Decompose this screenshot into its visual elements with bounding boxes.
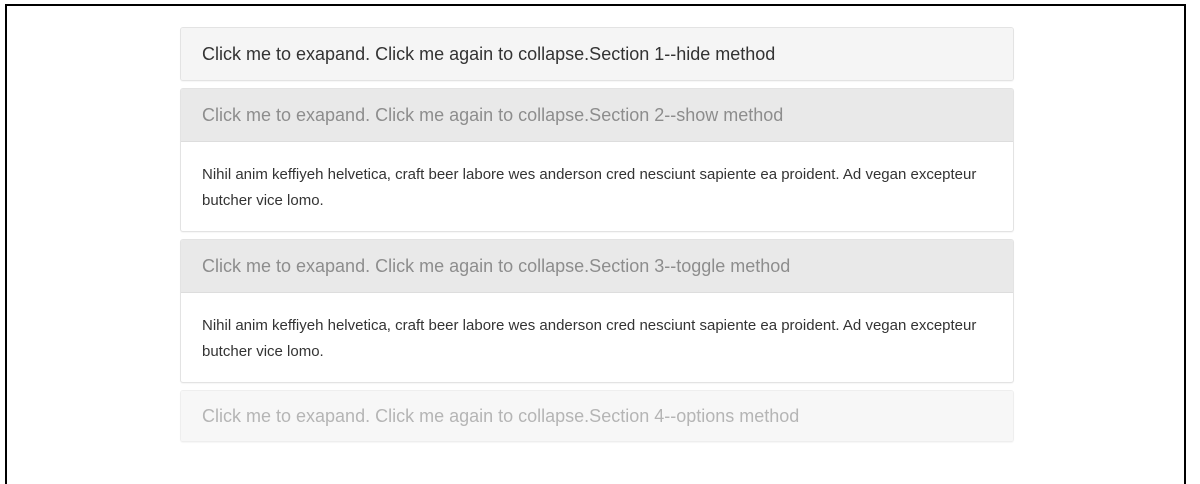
section-3-body: Nihil anim keffiyeh helvetica, craft bee… bbox=[202, 317, 977, 360]
section-2-header[interactable]: Click me to exapand. Click me again to c… bbox=[181, 89, 1013, 142]
section-3-header[interactable]: Click me to exapand. Click me again to c… bbox=[181, 240, 1013, 293]
section-1-header[interactable]: Click me to exapand. Click me again to c… bbox=[181, 28, 1013, 80]
section-2-body: Nihil anim keffiyeh helvetica, craft bee… bbox=[202, 166, 977, 209]
accordion-section-4: Click me to exapand. Click me again to c… bbox=[180, 390, 1014, 442]
accordion-section-3: Click me to exapand. Click me again to c… bbox=[180, 239, 1014, 383]
accordion: Click me to exapand. Click me again to c… bbox=[180, 27, 1014, 449]
section-4-header[interactable]: Click me to exapand. Click me again to c… bbox=[181, 391, 1013, 441]
accordion-section-1: Click me to exapand. Click me again to c… bbox=[180, 27, 1014, 81]
accordion-section-2: Click me to exapand. Click me again to c… bbox=[180, 88, 1014, 232]
